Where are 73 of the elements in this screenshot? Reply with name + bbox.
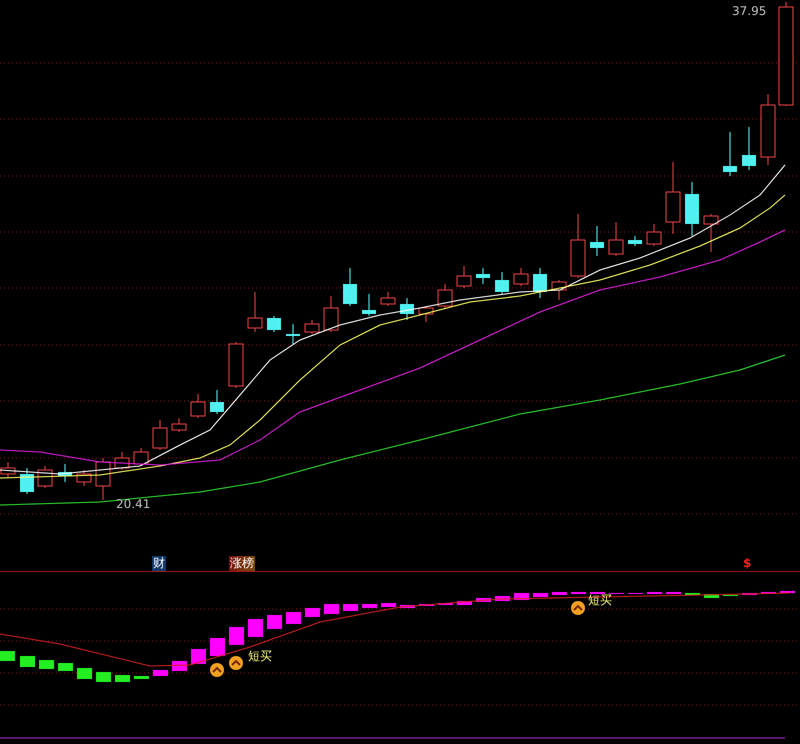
histogram-bar — [267, 615, 282, 629]
candlestick — [590, 226, 604, 256]
candlestick — [552, 280, 566, 300]
candlestick — [380, 292, 396, 306]
candlestick — [228, 342, 244, 388]
histogram-bar — [153, 670, 168, 676]
signal-label: 短买 — [588, 594, 612, 606]
candlestick — [20, 468, 34, 494]
candlestick — [114, 452, 130, 470]
histogram-bar — [381, 603, 396, 607]
candlestick — [134, 448, 148, 466]
histogram-bar — [229, 627, 244, 645]
candlestick — [418, 306, 434, 322]
histogram-bar — [324, 604, 339, 614]
candlestick — [172, 418, 186, 432]
histogram-bar — [20, 656, 35, 667]
candlestick — [760, 94, 776, 166]
candlestick — [456, 266, 472, 288]
candlestick — [324, 296, 338, 332]
histogram-bar — [495, 596, 510, 601]
candlestick — [533, 268, 547, 298]
histogram-bar — [58, 663, 73, 671]
histogram-bar — [476, 598, 491, 602]
histogram-bar — [115, 675, 130, 682]
histogram-bar — [172, 661, 187, 671]
candlestick — [343, 268, 357, 306]
histogram-bar — [39, 660, 54, 669]
histogram-bar — [343, 604, 358, 611]
candlestick — [514, 268, 528, 286]
histogram-bar — [305, 608, 320, 617]
candlestick — [685, 182, 699, 236]
histogram-bar — [457, 601, 472, 605]
candlestick — [742, 126, 756, 170]
marker-tag: 财 — [152, 556, 166, 571]
histogram-bar — [362, 604, 377, 608]
histogram-bar — [96, 672, 111, 682]
histogram-bar — [77, 668, 92, 679]
candlestick — [190, 394, 206, 418]
histogram-bar — [533, 593, 548, 597]
candlestick — [267, 316, 281, 332]
candlestick — [400, 298, 414, 320]
candlestick — [248, 292, 262, 332]
histogram-bar — [0, 651, 15, 661]
candlestick — [495, 272, 509, 294]
candlestick — [570, 214, 586, 278]
candlestick — [476, 268, 490, 284]
candlestick — [646, 224, 662, 246]
histogram-bar — [400, 605, 415, 608]
candlestick — [362, 294, 376, 316]
histogram-bar — [552, 592, 567, 595]
candlestick — [304, 320, 320, 334]
candlestick — [96, 458, 110, 500]
candlestick — [628, 236, 642, 246]
candlestick — [608, 222, 624, 256]
marker-tag: 涨榜 — [229, 556, 255, 571]
histogram-bar — [134, 676, 149, 679]
marker-tag: $ — [742, 556, 752, 571]
signal-label: 短买 — [248, 650, 272, 662]
candlestick — [152, 420, 168, 450]
candlestick — [723, 132, 737, 176]
high-price-label: 37.95 — [732, 5, 766, 17]
candlestick — [438, 284, 452, 308]
candlestick — [76, 470, 92, 486]
histogram-bar — [286, 612, 301, 624]
histogram-bar — [191, 649, 206, 664]
candlestick — [704, 214, 718, 252]
histogram-bar — [248, 619, 263, 637]
candlestick — [210, 390, 224, 414]
histogram-bar — [210, 638, 225, 656]
low-price-label: 20.41 — [116, 498, 150, 510]
candlestick — [286, 324, 300, 344]
candlestick — [58, 464, 72, 482]
histogram-bar — [704, 594, 719, 598]
